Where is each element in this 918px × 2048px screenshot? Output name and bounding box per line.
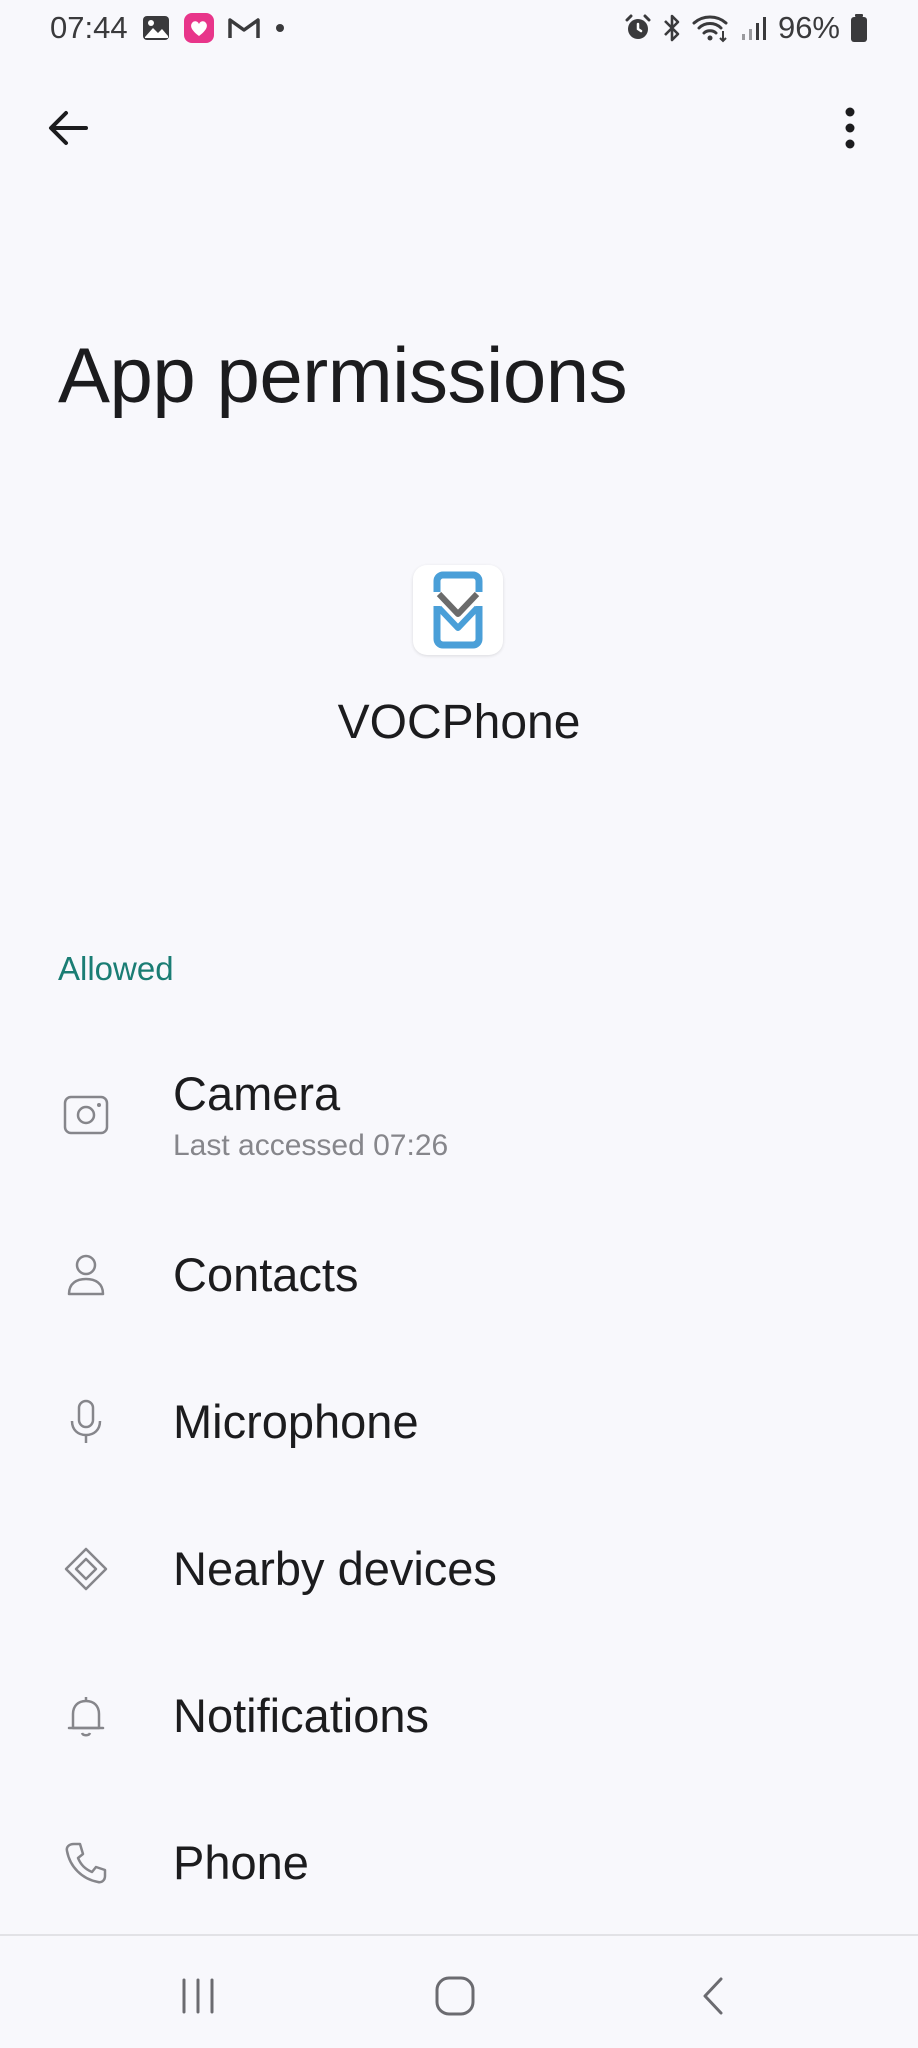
- bluetooth-icon: [662, 13, 682, 43]
- nav-back-icon: [703, 1977, 723, 2015]
- status-time: 07:44: [50, 10, 128, 45]
- battery-percent: 96%: [777, 10, 840, 45]
- battery-icon: [850, 13, 868, 43]
- phone-icon: [58, 1835, 114, 1891]
- permission-last-accessed: Last accessed 07:26: [173, 1129, 449, 1163]
- permission-label: Contacts: [173, 1247, 359, 1301]
- status-bar: 07:44 96%: [0, 0, 918, 60]
- permission-text: Notifications: [173, 1689, 429, 1743]
- permission-label: Nearby devices: [173, 1541, 497, 1595]
- permission-item-contacts[interactable]: Contacts: [0, 1210, 918, 1340]
- permission-label: Phone: [173, 1835, 309, 1889]
- person-icon: [58, 1247, 114, 1303]
- camera-icon: [58, 1087, 114, 1143]
- back-button[interactable]: [40, 100, 96, 156]
- arrow-left-icon: [49, 111, 88, 145]
- more-vertical-icon: [845, 107, 855, 149]
- signal-icon: [740, 14, 768, 42]
- permission-item-microphone[interactable]: Microphone: [0, 1357, 918, 1487]
- navigation-bar: [0, 1936, 918, 2048]
- alarm-icon: [624, 14, 652, 42]
- lux-icon: [183, 13, 214, 43]
- recents-icon: [182, 1978, 214, 2014]
- nearby-devices-icon: [58, 1541, 114, 1597]
- gallery-icon: [142, 15, 170, 41]
- more-options-button[interactable]: [822, 100, 878, 156]
- vocphone-app-icon: [413, 565, 503, 655]
- status-right: 96%: [624, 10, 868, 46]
- app-name: VOCPhone: [337, 696, 581, 749]
- permission-text: Microphone: [173, 1395, 419, 1449]
- recents-button[interactable]: [158, 1966, 238, 2026]
- page-title: App permissions: [58, 331, 628, 419]
- permission-text: Camera Last accessed 07:26: [173, 1067, 448, 1163]
- permission-label: Camera: [173, 1066, 341, 1120]
- bell-icon: [58, 1688, 114, 1744]
- permission-label: Microphone: [173, 1394, 419, 1448]
- nav-back-button[interactable]: [673, 1966, 753, 2026]
- status-left: 07:44: [50, 10, 286, 46]
- permission-item-notifications[interactable]: Notifications: [0, 1651, 918, 1781]
- wifi-icon: [692, 13, 730, 43]
- home-button[interactable]: [415, 1966, 495, 2026]
- permission-text: Nearby devices: [173, 1542, 497, 1596]
- home-icon: [435, 1976, 475, 2016]
- permission-item-phone[interactable]: Phone: [0, 1798, 918, 1928]
- section-header-allowed: Allowed: [58, 950, 174, 987]
- dot-icon: [274, 22, 286, 34]
- permission-text: Phone: [173, 1836, 309, 1890]
- permission-label: Notifications: [173, 1688, 429, 1742]
- permission-item-camera[interactable]: Camera Last accessed 07:26: [0, 1050, 918, 1180]
- gmail-icon: [227, 16, 260, 40]
- microphone-icon: [58, 1394, 114, 1450]
- permission-item-nearby-devices[interactable]: Nearby devices: [0, 1504, 918, 1634]
- permission-text: Contacts: [173, 1248, 358, 1302]
